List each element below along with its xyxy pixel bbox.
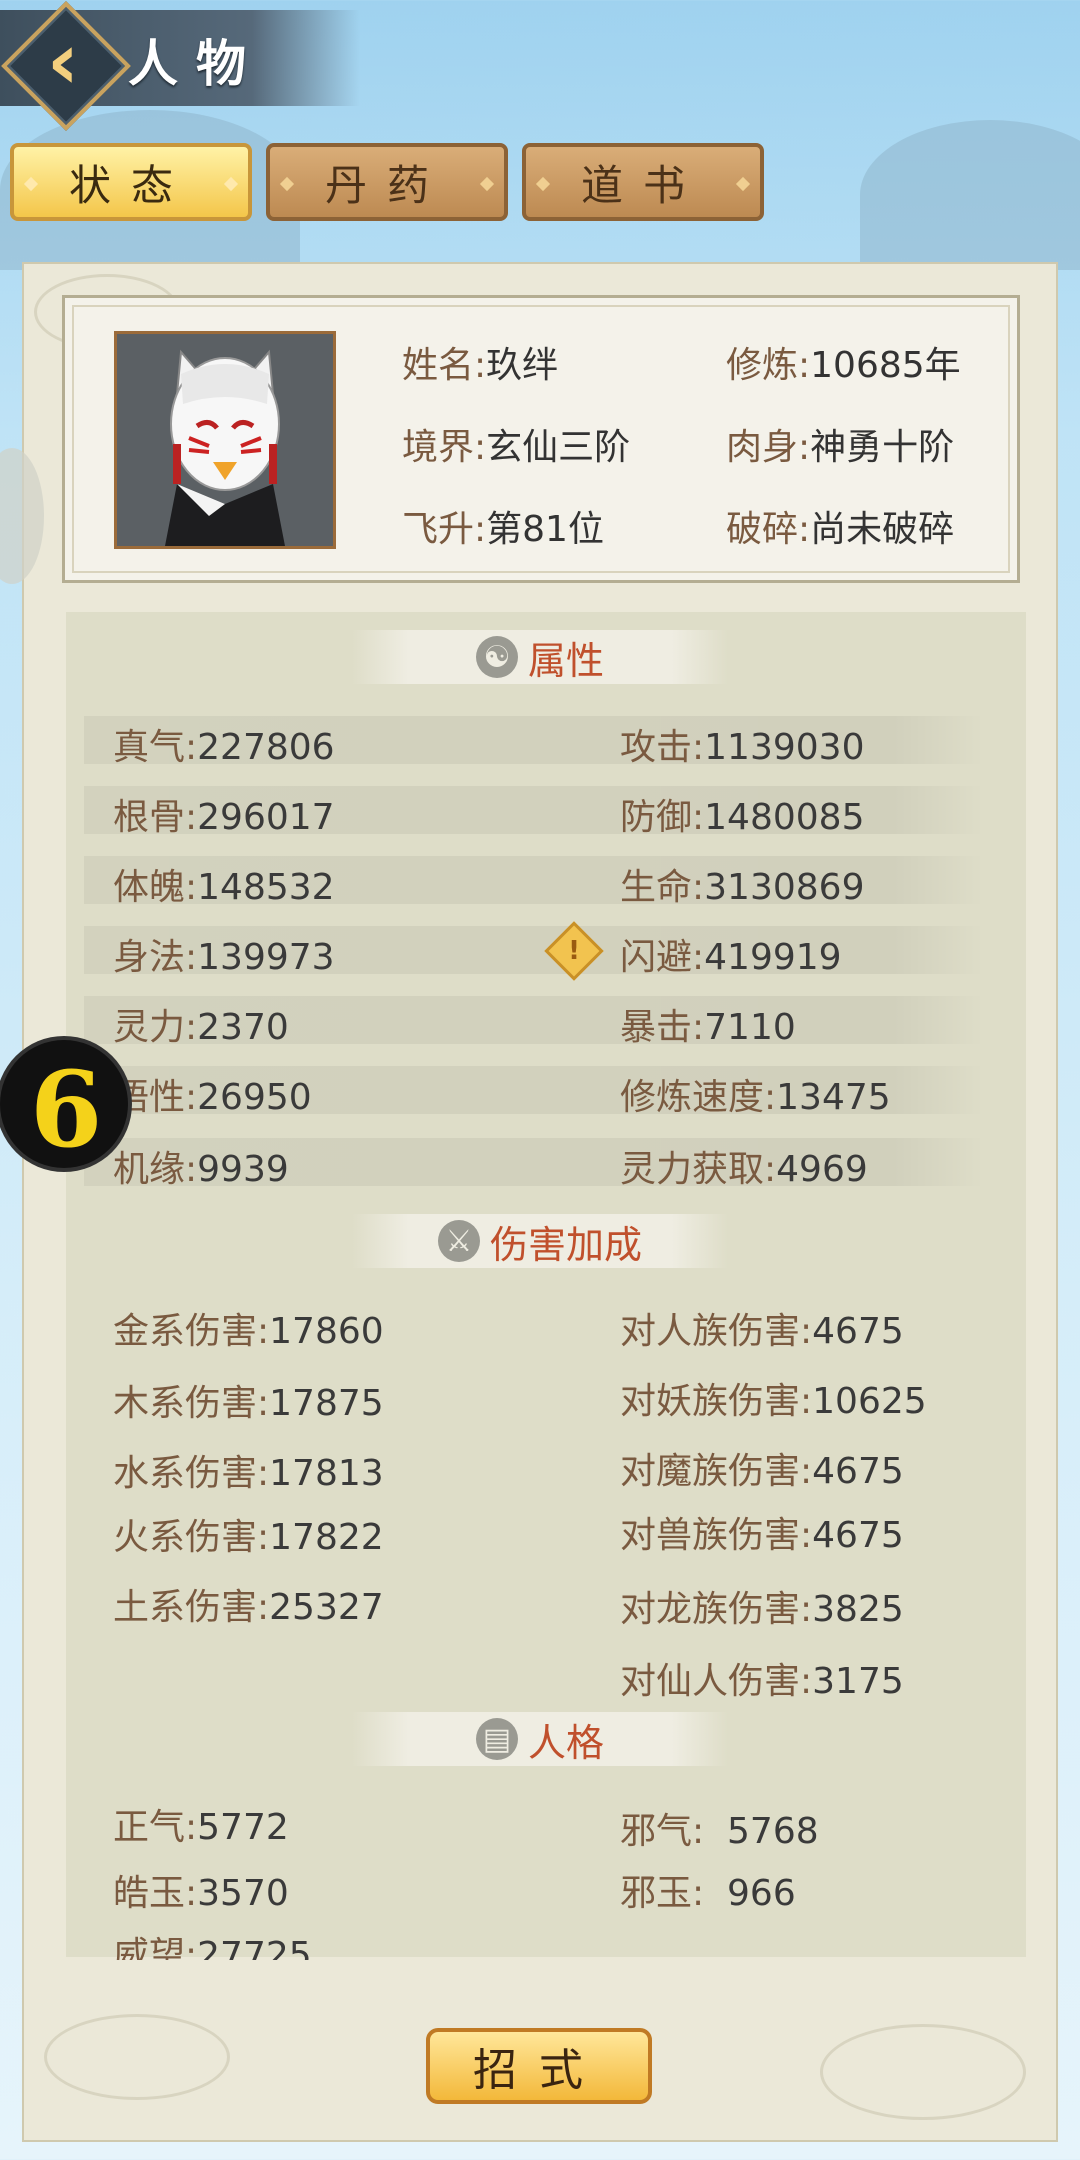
section-title-personality: ▤ 人格	[352, 1712, 728, 1766]
fox-mask-portrait-icon	[117, 334, 333, 546]
profile-cultivation: 修炼:10685年	[726, 345, 961, 386]
tab-pills-label: 丹药	[324, 160, 449, 210]
avatar[interactable]	[114, 331, 336, 549]
tab-books-label: 道书	[580, 160, 705, 210]
profile-body-value: 神勇十阶	[810, 427, 955, 468]
stat-life: 生命:3130869	[620, 867, 865, 908]
profile-name-value: 玖绊	[486, 345, 559, 386]
chevron-left-icon[interactable]: ‹	[28, 14, 98, 110]
stat-devil-damage: 对魔族伤害:4675	[620, 1451, 904, 1492]
stat-lingli: 灵力:2370	[113, 1007, 289, 1048]
profile-realm: 境界:玄仙三阶	[402, 427, 631, 468]
stat-fire-damage: 火系伤害:17822	[113, 1517, 384, 1558]
profile-shatter-value: 尚未破碎	[810, 509, 955, 550]
page-title: 人物	[128, 35, 264, 93]
stat-beast-damage: 对兽族伤害:4675	[620, 1515, 904, 1556]
profile-ascend-value: 第81位	[486, 509, 604, 550]
profile-realm-value: 玄仙三阶	[486, 427, 631, 468]
stat-gengu: 根骨:296017	[113, 797, 335, 838]
stat-tipo: 体魄:148532	[113, 867, 335, 908]
stat-dragon-damage: 对龙族伤害:3825	[620, 1589, 904, 1630]
stat-wood-damage: 木系伤害:17875	[113, 1383, 384, 1424]
stat-demon-damage: 对妖族伤害:10625	[620, 1381, 927, 1422]
tab-pills[interactable]: 丹药	[266, 143, 508, 221]
stat-defense: 防御:1480085	[620, 797, 865, 838]
stat-human-damage: 对人族伤害:4675	[620, 1311, 904, 1352]
tab-books[interactable]: 道书	[522, 143, 764, 221]
stat-jiyuan: 机缘:9939	[113, 1149, 289, 1190]
profile-cultivation-value: 10685年	[810, 345, 961, 386]
profile-body: 肉身:神勇十阶	[726, 427, 955, 468]
stat-shenfa: 身法:139973	[113, 937, 335, 978]
book-icon: ▤	[475, 1718, 518, 1760]
six-logo-icon: 6	[30, 1048, 103, 1171]
tab-status[interactable]: 状态	[10, 143, 252, 221]
stat-metal-damage: 金系伤害:17860	[113, 1311, 384, 1352]
tab-status-label: 状态	[68, 160, 193, 210]
stat-zhenqi: 真气:227806	[113, 727, 335, 768]
stat-attack: 攻击:1139030	[620, 727, 865, 768]
skill-button[interactable]: 招式	[426, 2028, 652, 2104]
stat-crit: 暴击:7110	[620, 1007, 796, 1048]
profile-name: 姓名:玖绊	[402, 345, 559, 386]
crossed-swords-icon: ⚔	[437, 1220, 480, 1262]
cloud-decoration	[820, 2024, 1026, 2120]
stat-water-damage: 水系伤害:17813	[113, 1453, 384, 1494]
stat-dodge: 闪避:419919	[620, 937, 842, 978]
stat-lingli-gain: 灵力获取:4969	[620, 1149, 868, 1190]
stat-earth-damage: 土系伤害:25327	[113, 1587, 384, 1628]
stat-xieyu: 邪玉: 966	[620, 1873, 796, 1914]
background-mountain	[860, 120, 1080, 270]
section-title-attributes: ☯ 属性	[352, 630, 728, 684]
cloud-decoration	[44, 2014, 230, 2100]
floating-assistant-button[interactable]: 6	[0, 1040, 128, 1171]
stat-cultivation-speed: 修炼速度:13475	[620, 1077, 891, 1118]
stat-haoyu: 皓玉:3570	[113, 1873, 289, 1914]
stat-prestige: 威望:27725	[113, 1935, 312, 1960]
profile-ascend: 飞升:第81位	[402, 509, 604, 550]
yin-yang-icon: ☯	[475, 636, 518, 678]
stat-evil: 邪气: 5768	[620, 1811, 819, 1852]
profile-shatter: 破碎:尚未破碎	[726, 509, 955, 550]
section-title-damage: ⚔ 伤害加成	[352, 1214, 728, 1268]
stat-immortal-damage: 对仙人伤害:3175	[620, 1661, 904, 1702]
stat-wuxing: 悟性:26950	[113, 1077, 312, 1118]
stat-righteous: 正气:5772	[113, 1807, 289, 1848]
